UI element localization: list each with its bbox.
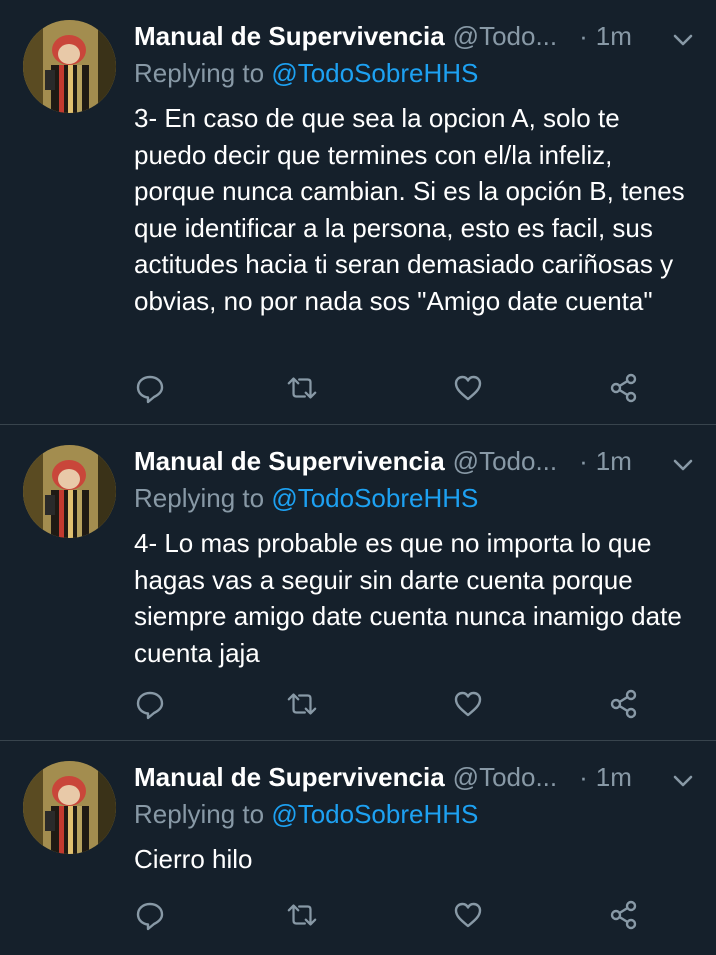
replying-prefix: Replying to <box>134 483 265 513</box>
tweet-actions <box>134 899 641 931</box>
share-button[interactable] <box>608 688 640 720</box>
retweet-icon <box>287 377 317 399</box>
avatar[interactable] <box>23 761 116 854</box>
author-name[interactable]: Manual de Supervivencia <box>134 762 445 793</box>
heart-icon <box>454 691 482 717</box>
retweet-button[interactable] <box>286 372 318 404</box>
reply-button[interactable] <box>134 899 166 931</box>
timestamp[interactable]: 1m <box>596 762 632 793</box>
tweet[interactable]: Manual de Supervivencia @Todo... · 1m Re… <box>0 741 716 955</box>
like-button[interactable] <box>452 372 484 404</box>
tweet-actions <box>134 688 641 720</box>
reply-icon <box>136 691 164 720</box>
retweet-button[interactable] <box>286 899 318 931</box>
tweet-actions <box>134 372 641 404</box>
chevron-down-icon[interactable] <box>672 26 694 46</box>
tweet-header: Manual de Supervivencia @Todo... · 1m <box>134 761 694 793</box>
share-button[interactable] <box>608 899 640 931</box>
timestamp[interactable]: 1m <box>596 21 632 52</box>
reply-icon <box>136 902 164 931</box>
author-handle[interactable]: @Todo... <box>453 21 557 52</box>
timestamp[interactable]: 1m <box>596 446 632 477</box>
share-icon <box>610 689 637 719</box>
replying-prefix: Replying to <box>134 58 265 88</box>
like-button[interactable] <box>452 899 484 931</box>
mention-link[interactable]: @TodoSobreHHS <box>271 58 478 88</box>
tweet-header: Manual de Supervivencia @Todo... · 1m <box>134 20 694 52</box>
author-name[interactable]: Manual de Supervivencia <box>134 446 445 477</box>
tweet-text: 3- En caso de que sea la opcion A, solo … <box>134 103 685 316</box>
tweet[interactable]: Manual de Supervivencia @Todo... · 1m Re… <box>0 0 716 425</box>
mention-link[interactable]: @TodoSobreHHS <box>271 799 478 829</box>
replying-to: Replying to @TodoSobreHHS <box>134 58 478 89</box>
share-icon <box>610 900 637 930</box>
share-icon <box>610 373 637 403</box>
replying-to: Replying to @TodoSobreHHS <box>134 799 478 830</box>
author-handle[interactable]: @Todo... <box>453 446 557 477</box>
share-button[interactable] <box>608 372 640 404</box>
tweet-text: Cierro hilo <box>134 844 253 874</box>
separator-dot: · <box>579 20 588 51</box>
tweet-text: 4- Lo mas probable es que no importa lo … <box>134 528 682 668</box>
reply-button[interactable] <box>134 372 166 404</box>
avatar[interactable] <box>23 20 116 113</box>
retweet-button[interactable] <box>286 688 318 720</box>
replying-to: Replying to @TodoSobreHHS <box>134 483 478 514</box>
separator-dot: · <box>579 761 588 792</box>
chevron-down-icon[interactable] <box>672 767 694 787</box>
retweet-icon <box>287 904 317 926</box>
reply-button[interactable] <box>134 688 166 720</box>
author-name[interactable]: Manual de Supervivencia <box>134 21 445 52</box>
separator-dot: · <box>579 445 588 476</box>
heart-icon <box>454 375 482 401</box>
tweet-header: Manual de Supervivencia @Todo... · 1m <box>134 445 694 477</box>
replying-prefix: Replying to <box>134 799 265 829</box>
reply-icon <box>136 375 164 404</box>
avatar[interactable] <box>23 445 116 538</box>
heart-icon <box>454 902 482 928</box>
chevron-down-icon[interactable] <box>672 451 694 471</box>
author-handle[interactable]: @Todo... <box>453 762 557 793</box>
tweet[interactable]: Manual de Supervivencia @Todo... · 1m Re… <box>0 425 716 741</box>
like-button[interactable] <box>452 688 484 720</box>
retweet-icon <box>287 693 317 715</box>
mention-link[interactable]: @TodoSobreHHS <box>271 483 478 513</box>
